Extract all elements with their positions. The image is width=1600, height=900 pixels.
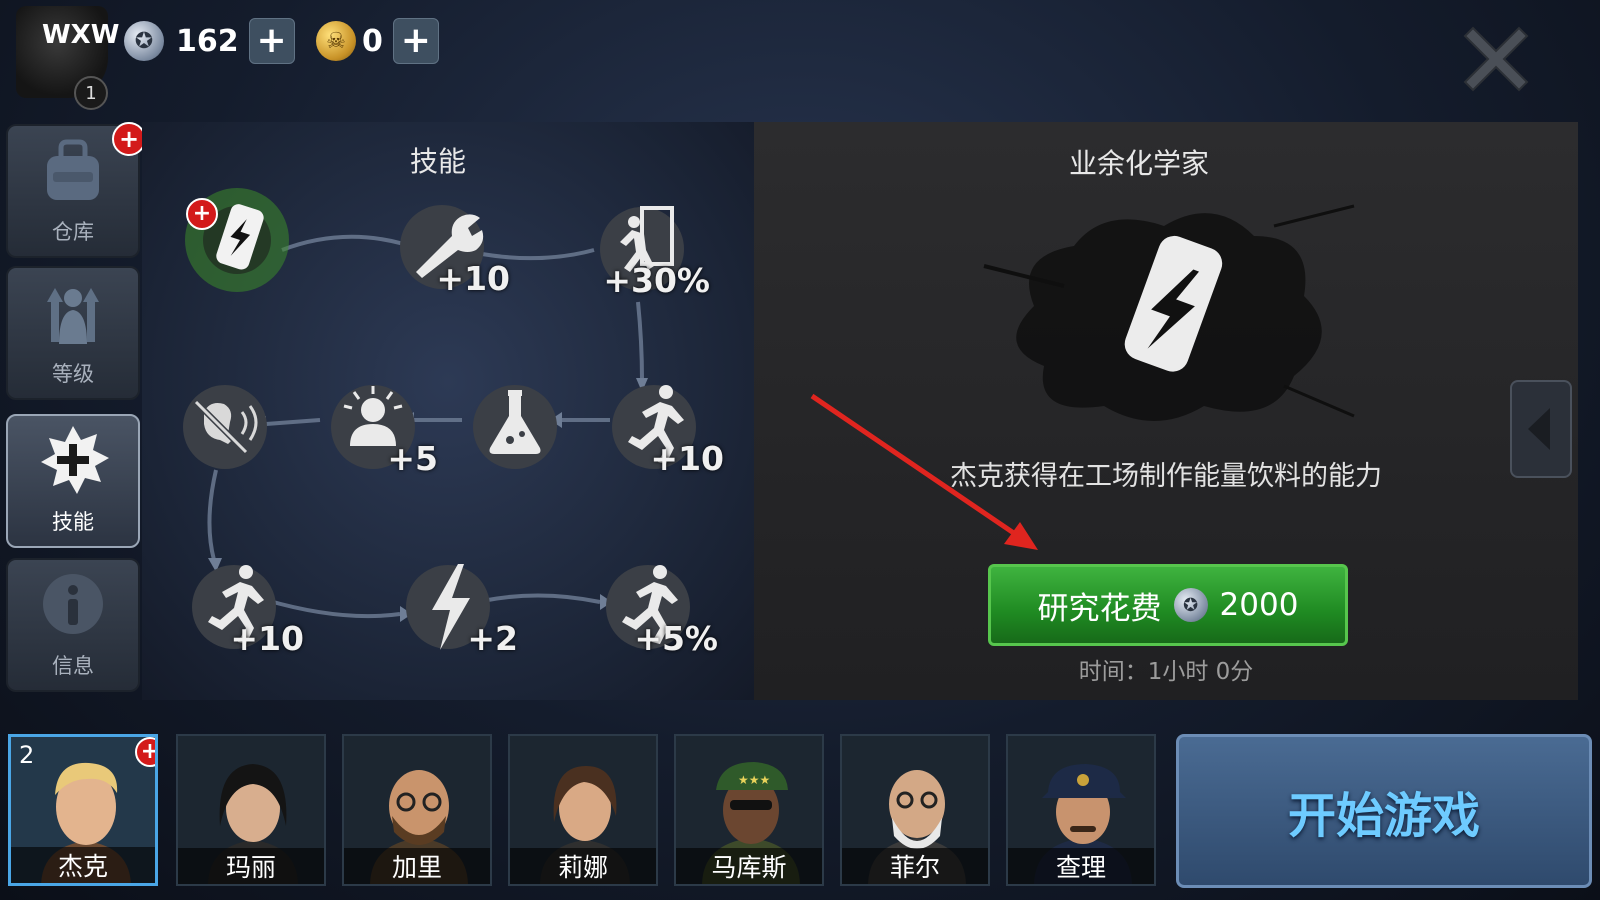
nav-label: 技能 (52, 510, 94, 534)
close-icon (1463, 26, 1529, 92)
skill-bonus: +5 (387, 439, 438, 478)
skill-bonus: +10 (650, 439, 724, 478)
nav-warehouse[interactable]: 仓库 + (6, 122, 146, 258)
character-card-jack[interactable]: 2 杰克 + (8, 734, 158, 886)
character-name: 马库斯 (676, 848, 822, 884)
player-level-badge: 1 (74, 76, 108, 110)
character-name: 菲尔 (842, 848, 988, 884)
skill-node-escape[interactable]: +30% (590, 194, 710, 304)
start-game-button[interactable]: 开始游戏 (1176, 734, 1592, 888)
player-avatar[interactable]: WXW 1 (16, 6, 119, 110)
nav-level[interactable]: 等级 (6, 266, 140, 400)
chevron-left-icon (1528, 408, 1550, 450)
silver-amount: 162 (176, 23, 239, 59)
silver-currency: ✪ 162 + (124, 18, 295, 64)
nav-skills[interactable]: 技能 (6, 414, 140, 548)
notification-plus-icon: + (186, 198, 218, 230)
skill-node-wrench[interactable]: +10 (390, 192, 510, 302)
silver-coin-icon: ✪ (1173, 588, 1208, 622)
character-name: 玛丽 (178, 848, 324, 884)
character-card-marcus[interactable]: ★★★ 马库斯 (674, 734, 824, 886)
skill-node-run[interactable]: +10 (184, 552, 304, 662)
research-label: 研究花费 (1037, 590, 1162, 627)
research-button[interactable]: 研究花费 ✪ 2000 (988, 564, 1348, 646)
flask-icon (473, 385, 557, 469)
silver-coin-icon: ✪ (124, 21, 164, 61)
skill-bonus: +10 (436, 259, 510, 298)
character-card-charlie[interactable]: 查理 (1006, 734, 1156, 886)
level-up-icon (47, 288, 99, 344)
close-button[interactable] (1455, 18, 1537, 100)
skill-bonus: +5% (634, 619, 718, 658)
collapse-panel-button[interactable] (1510, 380, 1572, 478)
svg-text:★★★: ★★★ (738, 773, 770, 787)
skill-detail-title: 业余化学家 (1068, 147, 1209, 180)
add-silver-button[interactable]: + (248, 18, 295, 64)
pointer-arrow-icon (810, 393, 1038, 550)
top-bar: WXW 1 ✪ 162 + ☠ 0 + (0, 0, 1600, 120)
research-cost: 2000 (1219, 587, 1299, 623)
skill-node-silent[interactable] (170, 372, 280, 482)
notification-plus-icon: + (112, 122, 146, 156)
nav-label: 仓库 (52, 220, 94, 244)
silent-icon (183, 385, 267, 469)
skill-node-alert[interactable]: +5 (318, 372, 438, 482)
character-name: 加里 (344, 848, 490, 884)
nav-label: 信息 (52, 654, 94, 678)
character-level: 2 (19, 741, 35, 769)
character-name: 杰克 (11, 847, 155, 883)
character-card-gary[interactable]: 加里 (342, 734, 492, 886)
character-card-lena[interactable]: 莉娜 (508, 734, 658, 886)
skill-bonus: +30% (603, 261, 710, 300)
skill-detail-panel: 业余化学家 杰克获得在工场制作能量饮料的能力 研究花费 ✪ 2000 时间：1小… (754, 122, 1578, 700)
skill-tree-panel: 技能 + +10 +30% +10 +5 +10 +2 +5% (142, 122, 754, 700)
skill-node-sprint[interactable]: +10 (604, 372, 724, 482)
character-card-phil[interactable]: 菲尔 (840, 734, 990, 886)
skill-node-run-fast[interactable]: +5% (598, 552, 718, 662)
research-time: 时间：1小时 0分 (1078, 659, 1254, 685)
player-name: WXW (42, 20, 120, 50)
gold-amount: 0 (362, 23, 383, 59)
add-gold-button[interactable]: + (392, 18, 439, 64)
gold-skull-icon: ☠ (316, 21, 356, 61)
nav-label: 等级 (52, 362, 94, 386)
notification-plus-icon: + (135, 737, 155, 767)
nav-info[interactable]: 信息 (6, 558, 140, 692)
skill-node-flask[interactable] (460, 372, 570, 482)
skill-bonus: +10 (230, 619, 304, 658)
skill-icon (41, 426, 109, 494)
character-name: 查理 (1008, 848, 1154, 884)
character-card-mary[interactable]: 玛丽 (176, 734, 326, 886)
info-icon (43, 574, 103, 634)
skill-node-energy-drink[interactable]: + (182, 182, 292, 292)
skill-node-lightning[interactable]: +2 (398, 552, 518, 662)
character-name: 莉娜 (510, 848, 656, 884)
gold-currency: ☠ 0 + (316, 18, 439, 64)
skill-bonus: +2 (467, 619, 518, 658)
backpack-icon (47, 139, 99, 200)
